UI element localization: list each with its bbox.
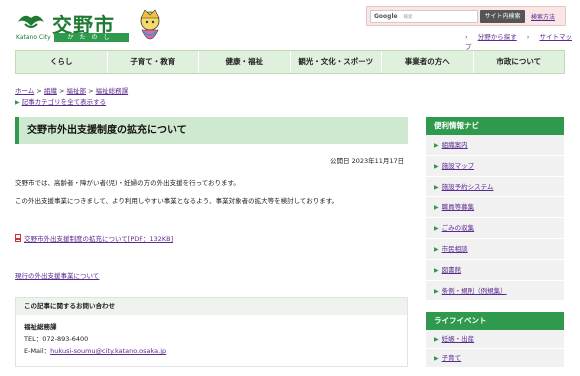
contact-email-link[interactable]: hukusi-soumu@city.katano.osaka.jp <box>50 347 166 355</box>
contact-email-row: E-Mail：hukusi-soumu@city.katano.osaka.jp <box>24 347 167 355</box>
gnav-item-childcare[interactable]: 子育て・教育 <box>108 51 199 73</box>
breadcrumb: ホーム > 組織 > 福祉部 > 福祉総務課 <box>15 87 129 95</box>
google-label: Google <box>374 13 398 20</box>
arrow-right-icon: ▶ <box>434 336 439 343</box>
search-input[interactable]: Google 検索 <box>370 10 478 23</box>
arrow-right-icon: ▶ <box>434 225 439 233</box>
arrow-right-icon: ▶ <box>434 183 439 191</box>
arrow-right-icon: ▶ <box>434 162 439 170</box>
gnav-item-life[interactable]: くらし <box>16 51 108 73</box>
published-date: 公開日 2023年11月17日 <box>330 157 405 165</box>
sidebar-item-pregnancy[interactable]: ▶ 妊娠・出産 <box>426 330 564 349</box>
breadcrumb-organization[interactable]: 組織 <box>44 87 57 95</box>
site-header: 交野市 Katano City かたのし Google 検索 サイト内検索 検索… <box>0 0 580 51</box>
body-paragraph: この外出支援事業につきまして、より利用しやすい事業となるよう、事業対象者の拡大等… <box>15 197 339 205</box>
site-name-en: Katano City <box>16 34 51 41</box>
pdf-download-link[interactable]: 交野市外出支援制度の拡充について[PDF：132KB] <box>15 233 173 243</box>
search-help-link[interactable]: 検索方法 <box>531 12 555 21</box>
breadcrumb-welfare-dept[interactable]: 福祉部 <box>67 87 87 95</box>
search-placeholder: 検索 <box>403 15 413 20</box>
contact-tel: TEL：072-893-6400 <box>24 335 89 343</box>
chevron-right-icon: › <box>465 33 468 41</box>
city-emblem-icon[interactable] <box>16 12 46 30</box>
sidebar-item-reservation[interactable]: ▶ 施設予約システム <box>426 176 564 198</box>
site-name-kana: かたのし <box>54 33 129 42</box>
site-search-button[interactable]: サイト内検索 <box>480 10 525 23</box>
contact-heading: この記事に関するお問い合わせ <box>16 298 407 315</box>
breadcrumb-welfare-section[interactable]: 福祉総務課 <box>96 87 129 95</box>
sidebar-nav: 便利情報ナビ ▶ 組織案内 ▶ 施設マップ ▶ 施設予約システム ▶ 職員等募集 ▶ ごみ… <box>426 117 564 302</box>
contact-department: 福祉総務課 <box>24 323 57 331</box>
mascot-image <box>140 9 160 40</box>
pdf-icon <box>15 234 21 242</box>
gnav-item-health[interactable]: 健康・福祉 <box>199 51 291 73</box>
sidebar-life-title: ライフイベント <box>426 312 564 330</box>
arrow-right-icon: ▶ <box>434 142 439 149</box>
global-nav: くらし 子育て・教育 健康・福祉 観光・文化・スポーツ 事業者の方へ 市政につい… <box>15 50 565 74</box>
sidebar-life-events: ライフイベント ▶ 妊娠・出産 ▶ 子育て <box>426 312 564 368</box>
sidebar-item-ordinances[interactable]: ▶ 条例・規則（例規集） <box>426 280 564 302</box>
contact-body: 福祉総務課 TEL：072-893-6400 E-Mail：hukusi-sou… <box>16 315 407 363</box>
utility-links: › 分野から探す › サイトマップ <box>465 31 580 51</box>
search-box: Google 検索 サイト内検索 検索方法 <box>366 6 566 26</box>
body-paragraph: 交野市では、高齢者・障がい者(児)・妊婦の方の外出支援を行っております。 <box>15 179 240 187</box>
sidebar-nav-title: 便利情報ナビ <box>426 117 564 135</box>
gnav-item-tourism[interactable]: 観光・文化・スポーツ <box>291 51 382 73</box>
arrow-right-icon: ▶ <box>15 99 20 106</box>
sidebar-item-garbage[interactable]: ▶ ごみの収集 <box>426 218 564 239</box>
arrow-right-icon: ▶ <box>434 266 439 274</box>
page-title: 交野市外出支援制度の拡充について <box>15 117 408 144</box>
arrow-right-icon: ▶ <box>434 245 439 253</box>
arrow-right-icon: ▶ <box>434 204 439 212</box>
sidebar-item-recruitment[interactable]: ▶ 職員等募集 <box>426 197 564 219</box>
gnav-item-citygov[interactable]: 市政について <box>474 51 565 73</box>
arrow-right-icon: ▶ <box>434 355 439 362</box>
sidebar-item-childrearing[interactable]: ▶ 子育て <box>426 349 564 368</box>
sidebar-item-library[interactable]: ▶ 図書館 <box>426 259 564 281</box>
sidebar-item-organization[interactable]: ▶ 組織案内 <box>426 135 564 156</box>
contact-box: この記事に関するお問い合わせ 福祉総務課 TEL：072-893-6400 E-… <box>15 297 408 367</box>
arrow-right-icon: ▶ <box>434 287 439 295</box>
sidebar-item-consultation[interactable]: ▶ 市民相談 <box>426 238 564 260</box>
current-program-link[interactable]: 現行の外出支援事業について <box>15 270 99 280</box>
breadcrumb-home[interactable]: ホーム <box>15 87 34 95</box>
sidebar-item-facility-map[interactable]: ▶ 施設マップ <box>426 155 564 177</box>
util-link-category[interactable]: › 分野から探す <box>465 33 517 41</box>
category-link[interactable]: ▶ 記事カテゴリを全て表示する <box>15 96 106 106</box>
gnav-item-business[interactable]: 事業者の方へ <box>382 51 474 73</box>
chevron-right-icon: › <box>526 33 530 41</box>
